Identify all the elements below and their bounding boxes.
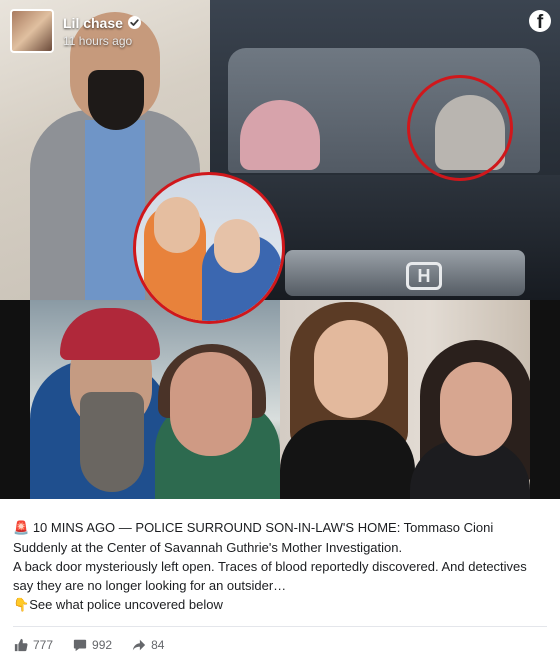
caption-line-2: A back door mysteriously left open. Trac…: [13, 559, 527, 593]
divider: [13, 626, 547, 627]
avatar[interactable]: [10, 9, 54, 53]
car-badge: H: [406, 262, 442, 290]
post-header: Lil chase 11 hours ago: [10, 9, 141, 53]
siren-icon: 🚨: [13, 521, 30, 536]
post-timestamp[interactable]: 11 hours ago: [63, 34, 141, 48]
caption-line-1: 🚨 10 MINS AGO — POLICE SURROUND SON-IN-L…: [13, 520, 494, 555]
share-count[interactable]: 84: [132, 638, 164, 652]
verified-badge-icon: [127, 16, 141, 29]
photo-selfie-couple: [30, 300, 280, 499]
pointing-down-icon: 👇: [13, 598, 30, 613]
like-count[interactable]: 777: [14, 638, 53, 652]
caption-line-3: 👇See what police uncovered below: [13, 597, 223, 613]
comment-bubble-icon: [73, 639, 87, 652]
highlight-ring: [407, 75, 513, 181]
facebook-post: H Lil chase 11 hours ago f 🚨 10 MINS AGO…: [0, 0, 560, 672]
post-image-collage[interactable]: H: [0, 0, 560, 499]
photo-two-women: [280, 300, 530, 499]
post-meta: Lil chase 11 hours ago: [63, 15, 141, 48]
comment-count[interactable]: 992: [73, 638, 112, 652]
engagement-bar: 777 992 84: [14, 638, 184, 652]
post-caption: 🚨 10 MINS AGO — POLICE SURROUND SON-IN-L…: [13, 518, 549, 615]
inset-circle-photo: [133, 172, 285, 324]
author-name[interactable]: Lil chase: [63, 15, 123, 31]
facebook-logo-icon: f: [529, 10, 551, 32]
thumbs-up-icon: [14, 638, 28, 652]
share-arrow-icon: [132, 639, 146, 651]
